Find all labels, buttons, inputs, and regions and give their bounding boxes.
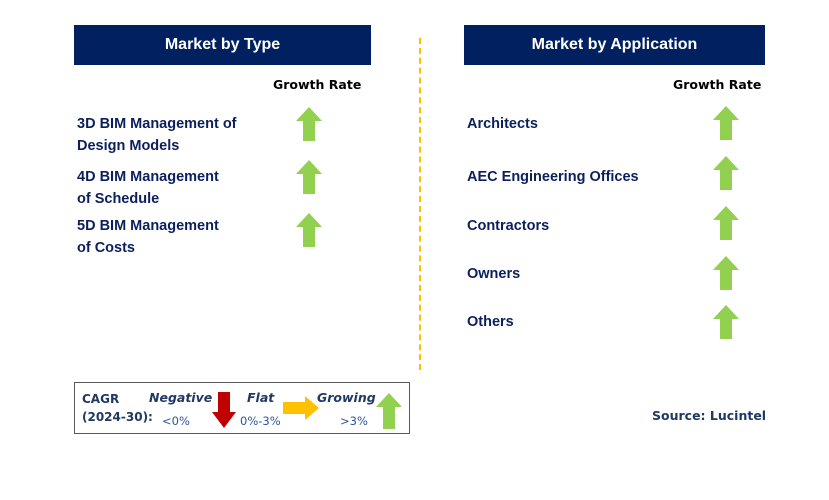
- arrow-down-icon: [212, 392, 236, 428]
- source-credit: Source: Lucintel: [652, 408, 767, 423]
- arrow-up-icon: [713, 156, 739, 190]
- legend-flat-range: 0%-3%: [240, 414, 281, 428]
- cagr-legend: CAGR (2024-30): Negative <0% Flat 0%-3% …: [74, 382, 410, 434]
- type-item-line2: of Costs: [77, 240, 135, 256]
- arrow-up-icon: [713, 206, 739, 240]
- type-item-line2: Design Models: [77, 138, 180, 154]
- type-item-line1: 4D BIM Management: [77, 169, 219, 185]
- section-divider: [419, 38, 421, 370]
- arrow-right-icon: [283, 396, 319, 420]
- arrow-up-icon: [296, 107, 322, 141]
- application-item: Others: [467, 314, 514, 330]
- arrow-up-icon: [296, 213, 322, 247]
- application-item: AEC Engineering Offices: [467, 169, 639, 185]
- legend-negative-label: Negative: [149, 390, 213, 405]
- legend-period-text: (2024-30):: [82, 410, 153, 424]
- type-item-line1: 5D BIM Management: [77, 218, 219, 234]
- application-growth-rate-header: Growth Rate: [673, 77, 762, 92]
- arrow-up-icon: [713, 106, 739, 140]
- legend-growing-label: Growing: [317, 390, 376, 405]
- application-item: Contractors: [467, 218, 550, 234]
- type-item: 3D BIM Management of Design Models: [77, 113, 237, 157]
- arrow-up-icon: [713, 256, 739, 290]
- legend-growing-range: >3%: [340, 414, 368, 428]
- market-by-application-header: Market by Application: [464, 25, 765, 65]
- arrow-up-icon: [296, 160, 322, 194]
- market-by-type-title: Market by Type: [164, 36, 281, 53]
- arrow-up-icon: [376, 393, 402, 429]
- type-item-line1: 3D BIM Management of: [77, 116, 237, 132]
- type-growth-rate-header: Growth Rate: [273, 77, 362, 92]
- market-by-type-header: Market by Type: [74, 25, 371, 65]
- type-item: 5D BIM Management of Costs: [77, 215, 219, 259]
- market-by-application-title: Market by Application: [531, 36, 698, 53]
- type-item: 4D BIM Management of Schedule: [77, 166, 219, 210]
- application-item: Owners: [467, 266, 521, 282]
- application-item: Architects: [467, 116, 538, 132]
- arrow-up-icon: [713, 305, 739, 339]
- legend-negative-range: <0%: [162, 414, 190, 428]
- legend-cagr-label: CAGR (2024-30):: [82, 390, 153, 426]
- legend-cagr-text: CAGR: [82, 392, 120, 406]
- type-item-line2: of Schedule: [77, 191, 160, 207]
- legend-flat-label: Flat: [247, 390, 275, 405]
